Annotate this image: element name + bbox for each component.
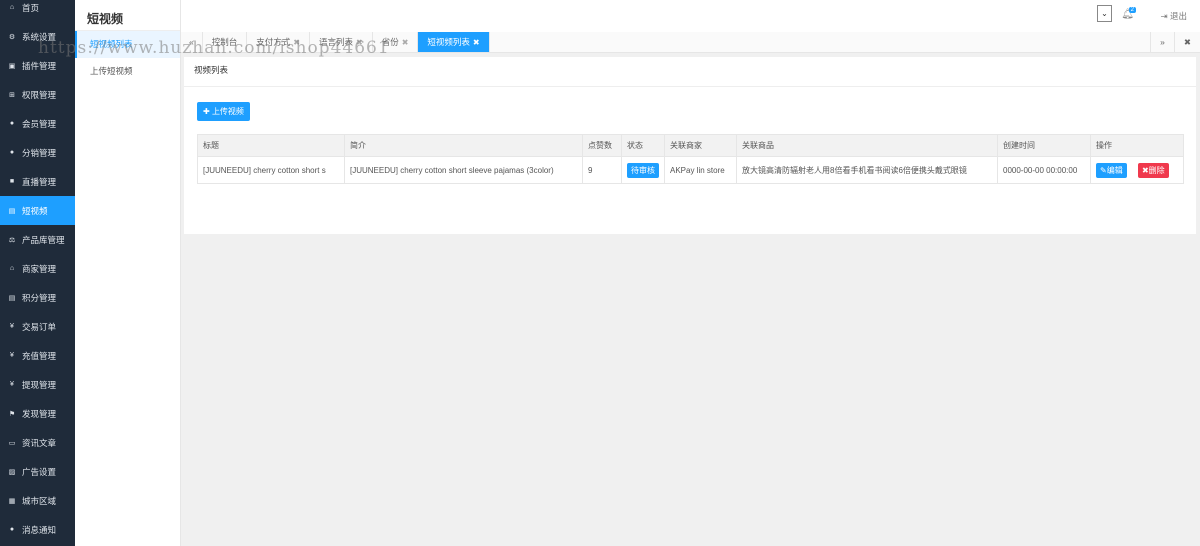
sidebar-item-label: 首页: [22, 2, 40, 13]
sidebar-item[interactable]: ● 分销管理: [0, 138, 75, 167]
sidebar-item-label: 权限管理: [22, 89, 57, 100]
comment-icon: ●: [9, 526, 15, 533]
section-title: 短视频: [75, 0, 180, 31]
sidebar-item-label: 资讯文章: [22, 437, 57, 448]
sidebar-item[interactable]: ▤ 积分管理: [0, 283, 75, 312]
subnav-item-video-list[interactable]: 短视频列表: [75, 31, 180, 58]
plus-icon: ✚: [203, 107, 212, 116]
subnav-item-upload-video[interactable]: 上传短视频: [75, 58, 180, 85]
top-header: ⌄ 🔔︎ 2 ⇥ 退出: [181, 0, 1200, 32]
flag-icon: ⚑: [8, 410, 16, 418]
users-icon: ●: [9, 149, 15, 156]
sidebar-item-label: 会员管理: [22, 118, 57, 129]
home-icon: ⌂: [9, 4, 15, 11]
close-icon: ✖: [1141, 165, 1149, 175]
sidebar-item[interactable]: ⊞ 权限管理: [0, 80, 75, 109]
sidebar-item[interactable]: ⌂ 商家管理: [0, 254, 75, 283]
card-title: 视频列表: [184, 57, 1196, 87]
sidebar-item-label: 广告设置: [22, 466, 57, 477]
sub-navigation: 短视频 短视频列表 上传短视频: [75, 0, 181, 546]
edit-button[interactable]: ✎编辑: [1096, 162, 1127, 178]
dropdown-toggle[interactable]: ⌄: [1097, 5, 1112, 22]
status-badge: 待审核: [627, 162, 659, 178]
sidebar-item[interactable]: ¥ 交易订单: [0, 312, 75, 341]
table-header: 标题 简介 点赞数 状态 关联商家 关联商品 创建时间 操作: [197, 134, 1184, 157]
sidebar-item[interactable]: ⚑ 发现管理: [0, 399, 75, 428]
sitemap-icon: ⊞: [9, 91, 15, 99]
close-icon[interactable]: ✖: [473, 38, 480, 47]
sidebar-item[interactable]: ▦ 城市区域: [0, 486, 75, 515]
notification-badge: 2: [1128, 7, 1136, 13]
tab-payment[interactable]: 支付方式 ✖: [247, 32, 310, 52]
plugin-icon: ▣: [8, 62, 16, 70]
sidebar-item-label: 产品库管理: [22, 234, 65, 245]
tab-dashboard[interactable]: 控制台: [203, 32, 248, 52]
scale-icon: ⚖: [8, 236, 16, 244]
sidebar-item[interactable]: ● 消息通知: [0, 515, 75, 544]
sidebar-item[interactable]: ⌂ 首页: [0, 0, 75, 22]
close-icon[interactable]: ✖: [356, 38, 363, 47]
sidebar-item[interactable]: ▣ 插件管理: [0, 51, 75, 80]
logout-button[interactable]: ⇥ 退出: [1161, 10, 1188, 22]
close-icon[interactable]: ✖: [293, 38, 300, 47]
tab-video-list[interactable]: 短视频列表 ✖: [418, 32, 490, 52]
yen-icon: ¥: [10, 352, 14, 359]
tab-languages[interactable]: 语言列表 ✖: [310, 32, 373, 52]
sidebar-item[interactable]: ¥ 提现管理: [0, 370, 75, 399]
sidebar-item-label: 系统设置: [22, 31, 57, 42]
logout-icon: ⇥: [1160, 11, 1170, 21]
sidebar: ⌂ 首页 ⚙ 系统设置 ▣ 插件管理 ⊞ 权限管理 ● 会员管理 ● 分销管理 ■ 直播管理 ▤ 短视频 ⚖ 产品…: [0, 0, 75, 546]
sidebar-item-label: 分销管理: [22, 147, 57, 158]
video-table: 标题 简介 点赞数 状态 关联商家 关联商品 创建时间 操作 [JUUNEEDU] cherr…: [197, 134, 1184, 184]
sidebar-item-label: 积分管理: [22, 292, 57, 303]
table-row: [JUUNEEDU] cherry cotton short s [JUUNEE…: [197, 156, 1184, 184]
sidebar-item[interactable]: ■ 直播管理: [0, 167, 75, 196]
sidebar-item-label: 充值管理: [22, 350, 57, 361]
tab-scroll-right[interactable]: »: [1150, 32, 1175, 52]
yen-icon: ¥: [10, 323, 14, 330]
delete-button[interactable]: ✖删除: [1137, 162, 1169, 178]
close-all-tabs[interactable]: ✖: [1175, 32, 1200, 52]
sidebar-item[interactable]: ● 会员管理: [0, 109, 75, 138]
sidebar-item-label: 插件管理: [22, 60, 57, 71]
sidebar-item[interactable]: ⚖ 产品库管理: [0, 225, 75, 254]
tab-scroll-left[interactable]: «: [181, 32, 203, 52]
sidebar-item-label: 城市区域: [22, 495, 57, 506]
news-icon: ▭: [8, 439, 16, 447]
video-list-card: 视频列表 ✚ 上传视频 标题 简介 点赞数 状态 关联商家 关联商品 创建时间 操作 [JUU…: [184, 57, 1196, 234]
sidebar-item[interactable]: ⚙ 系统设置: [0, 22, 75, 51]
gear-icon: ⚙: [8, 33, 16, 41]
yen-icon: ¥: [10, 381, 14, 388]
sidebar-item-label: 短视频: [22, 205, 48, 216]
tab-bar: « 控制台 支付方式 ✖ 语言列表 ✖ 省份 ✖ 短视频列表 ✖ » ✖: [181, 32, 1200, 53]
sidebar-item-label: 提现管理: [22, 379, 57, 390]
close-icon[interactable]: ✖: [402, 38, 409, 47]
video-icon: ■: [9, 178, 15, 185]
pencil-icon: ✎: [1100, 165, 1107, 175]
file-icon: ▤: [8, 207, 16, 215]
image-icon: ▨: [8, 468, 16, 476]
sidebar-item[interactable]: ¥ 充值管理: [0, 341, 75, 370]
tab-provinces[interactable]: 省份 ✖: [373, 32, 419, 52]
bank-icon: ⌂: [9, 265, 15, 272]
map-icon: ▦: [8, 497, 16, 505]
sidebar-item-label: 直播管理: [22, 176, 57, 187]
sidebar-item-label: 商家管理: [22, 263, 57, 274]
sidebar-item[interactable]: ▭ 资讯文章: [0, 428, 75, 457]
sidebar-item[interactable]: ▨ 广告设置: [0, 457, 75, 486]
sidebar-item[interactable]: ▤ 短视频: [0, 196, 75, 225]
sidebar-item-label: 消息通知: [22, 524, 57, 535]
doc-icon: ▤: [8, 294, 16, 302]
sidebar-item-label: 交易订单: [22, 321, 57, 332]
sidebar-item-label: 发现管理: [22, 408, 57, 419]
upload-video-button[interactable]: ✚ 上传视频: [197, 102, 250, 121]
users-icon: ●: [9, 120, 15, 127]
